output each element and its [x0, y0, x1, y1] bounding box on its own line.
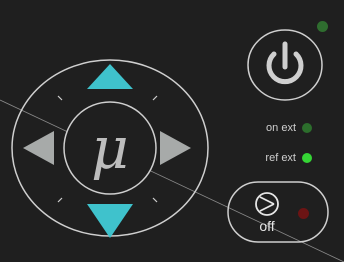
- indicator-on-ext: on ext: [266, 121, 312, 135]
- mu-glyph: μ: [91, 114, 129, 182]
- control-panel: μ on ext ref ext off: [0, 0, 344, 262]
- center-mu-button[interactable]: μ: [63, 101, 157, 195]
- direction-pad: μ: [6, 56, 214, 240]
- arrow-up-button[interactable]: [87, 64, 133, 89]
- indicator-label: on ext: [266, 122, 296, 134]
- indicator-label: ref ext: [265, 152, 296, 164]
- arrow-right-button[interactable]: [160, 131, 191, 165]
- indicator-ref-ext: ref ext: [265, 151, 312, 165]
- arrow-down-button[interactable]: [87, 204, 133, 238]
- tick-mark: [57, 197, 63, 203]
- tick-mark: [152, 197, 158, 203]
- pump-state-label: off: [259, 218, 275, 234]
- pump-icon: [255, 192, 279, 216]
- indicator-led: [302, 153, 312, 163]
- indicator-led: [302, 123, 312, 133]
- arrow-left-button[interactable]: [23, 131, 54, 165]
- tick-mark: [57, 95, 63, 101]
- power-icon: [266, 41, 304, 85]
- power-status-led: [317, 21, 328, 32]
- tick-mark: [152, 95, 158, 101]
- power-button[interactable]: [246, 28, 324, 102]
- pump-status-led: [298, 208, 309, 219]
